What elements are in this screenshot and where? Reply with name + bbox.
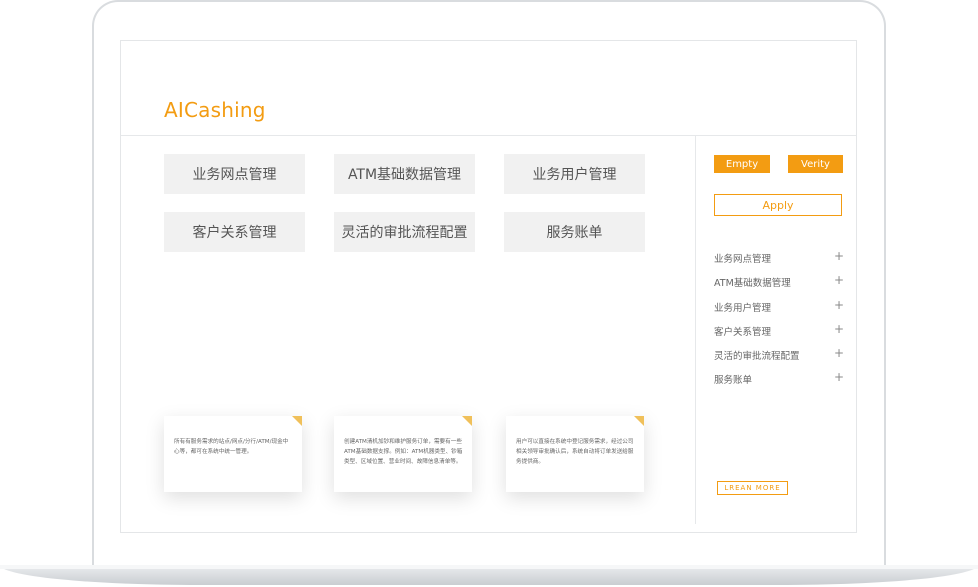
sidebar-item-label: 客户关系管理 [714, 327, 772, 338]
app-screen: AICashing 业务网点管理 ATM基础数据管理 业务用户管理 客户关系管理… [120, 40, 857, 533]
sidebar-item-atm-data[interactable]: ATM基础数据管理 + [714, 273, 844, 289]
info-card: 用户可以直接在系统中登记服务需求，经过公司相关领导审批确认后，系统自动将订单发送… [506, 416, 644, 492]
sidebar-item-label: 业务用户管理 [714, 303, 772, 314]
tile-customer-relations[interactable]: 客户关系管理 [164, 212, 305, 252]
card-text: 所有有服务需求的站点/网点/分行/ATM/现金中心等，都可在系统中统一管理。 [174, 439, 289, 455]
tile-atm-data-management[interactable]: ATM基础数据管理 [334, 154, 475, 194]
verify-button[interactable]: Verity [788, 155, 843, 173]
plus-icon[interactable]: + [834, 249, 844, 263]
sidebar-item-service-billing[interactable]: 服务账单 + [714, 370, 844, 386]
sidebar-item-business-users[interactable]: 业务用户管理 + [714, 298, 844, 314]
plus-icon[interactable]: + [834, 370, 844, 384]
sidebar-item-approval-workflow[interactable]: 灵活的审批流程配置 + [714, 346, 844, 362]
info-card: 创建ATM清机加钞和维护服务订单，需要有一些ATM基础数据支撑。例如：ATM机器… [334, 416, 472, 492]
plus-icon[interactable]: + [834, 273, 844, 287]
tile-business-user-management[interactable]: 业务用户管理 [504, 154, 645, 194]
card-corner-fold [462, 416, 472, 426]
empty-button[interactable]: Empty [714, 155, 770, 173]
plus-icon[interactable]: + [834, 322, 844, 336]
card-text: 用户可以直接在系统中登记服务需求，经过公司相关领导审批确认后，系统自动将订单发送… [516, 439, 634, 465]
card-text: 创建ATM清机加钞和维护服务订单，需要有一些ATM基础数据支撑。例如：ATM机器… [344, 439, 463, 465]
sidebar-item-label: 服务账单 [714, 375, 753, 386]
sidebar-item-branch-management[interactable]: 业务网点管理 + [714, 249, 844, 265]
laptop-base-highlight [0, 565, 978, 569]
header-divider [121, 135, 856, 136]
sidebar-item-label: ATM基础数据管理 [714, 278, 791, 289]
sidebar-item-label: 业务网点管理 [714, 254, 772, 265]
apply-button[interactable]: Apply [714, 194, 842, 216]
card-corner-fold [634, 416, 644, 426]
plus-icon[interactable]: + [834, 298, 844, 312]
tile-service-billing[interactable]: 服务账单 [504, 212, 645, 252]
plus-icon[interactable]: + [834, 346, 844, 360]
sidebar-item-label: 灵活的审批流程配置 [714, 351, 800, 362]
info-card: 所有有服务需求的站点/网点/分行/ATM/现金中心等，都可在系统中统一管理。 [164, 416, 302, 492]
learn-more-button[interactable]: LREAN MORE [717, 481, 788, 495]
tile-approval-workflow[interactable]: 灵活的审批流程配置 [334, 212, 475, 252]
tile-branch-management[interactable]: 业务网点管理 [164, 154, 305, 194]
app-logo[interactable]: AICashing [164, 98, 266, 122]
card-corner-fold [292, 416, 302, 426]
sidebar-divider [695, 136, 696, 524]
sidebar-item-customer-relations[interactable]: 客户关系管理 + [714, 322, 844, 338]
